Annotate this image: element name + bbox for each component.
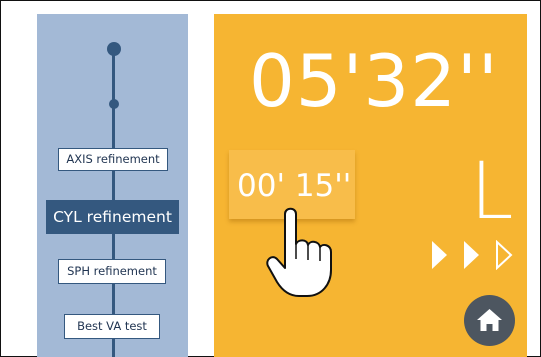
progress-dot: [109, 99, 119, 109]
step-axis-refinement[interactable]: AXIS refinement: [58, 148, 168, 171]
pointing-hand-icon: [266, 207, 332, 297]
step-cyl-refinement[interactable]: CYL refinement: [46, 200, 179, 234]
total-time-display: 05'32'': [249, 39, 499, 123]
filled-play-icon: [432, 241, 447, 269]
step-timer-label: 00' 15'': [237, 168, 352, 204]
home-icon: [477, 309, 502, 331]
step-best-va-test[interactable]: Best VA test: [64, 314, 160, 339]
eye-indicator: L: [470, 147, 514, 237]
next-arrows[interactable]: [430, 240, 520, 270]
progress-sidebar: AXIS refinement CYL refinement SPH refin…: [37, 14, 188, 357]
outline-play-icon: [496, 240, 513, 270]
progress-start-dot: [107, 42, 121, 56]
home-button[interactable]: [464, 295, 515, 346]
step-sph-refinement[interactable]: SPH refinement: [58, 259, 166, 284]
filled-play-icon: [464, 241, 479, 269]
